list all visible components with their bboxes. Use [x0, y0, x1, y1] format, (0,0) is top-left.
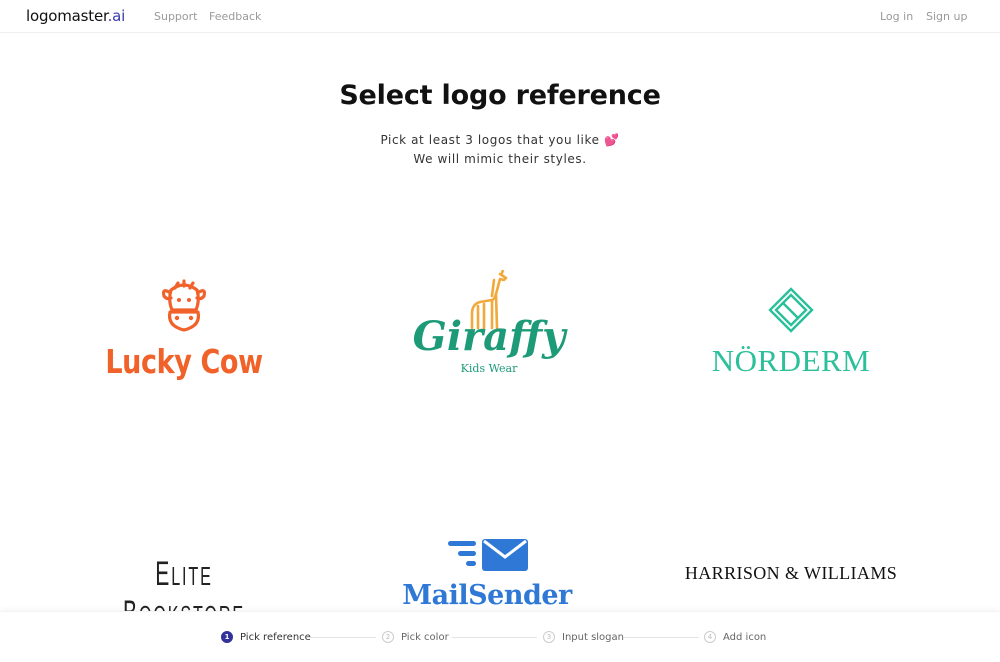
step-label: Pick reference — [240, 631, 311, 643]
step-connector — [310, 637, 376, 638]
logo-option-norderm[interactable]: NÖRDERM — [666, 285, 916, 435]
page-subtitle-line2: We will mimic their styles. — [413, 152, 587, 166]
signup-link[interactable]: Sign up — [926, 10, 967, 23]
progress-stepper: 1 Pick reference 2 Pick color 3 Input sl… — [0, 611, 1000, 662]
envelope-speed-icon — [448, 539, 528, 571]
step-pick-color[interactable]: 2 Pick color — [382, 631, 449, 643]
logo-text: MailSender — [402, 580, 572, 611]
brand-tld: .ai — [107, 7, 126, 25]
page-subtitle-line1: Pick at least 3 logos that you like 💕 — [380, 133, 620, 147]
logo-text: NÖRDERM — [711, 343, 871, 378]
step-number: 4 — [704, 631, 716, 643]
brand-logo[interactable]: logomaster.ai — [26, 7, 125, 25]
logo-text: Giraffy — [412, 313, 566, 360]
page-title: Select logo reference — [339, 80, 661, 111]
nav-support-link[interactable]: Support — [154, 10, 197, 23]
step-number: 2 — [382, 631, 394, 643]
step-number: 3 — [543, 631, 555, 643]
logo-option-harrison-williams[interactable]: HARRISON & WILLIAMS — [666, 555, 916, 595]
step-connector — [623, 637, 699, 638]
diamond-icon — [768, 287, 814, 333]
step-connector — [452, 637, 537, 638]
step-pick-reference[interactable]: 1 Pick reference — [221, 631, 311, 643]
cow-head-icon — [161, 279, 207, 332]
logo-text: HARRISON & WILLIAMS — [684, 563, 898, 583]
brand-name: logomaster — [26, 7, 108, 25]
step-add-icon[interactable]: 4 Add icon — [704, 631, 766, 643]
logo-option-giraffy[interactable]: Giraffy Kids Wear — [364, 265, 614, 415]
logo-option-elite-bookstore[interactable]: ELITE BOOKSTORE — [59, 545, 309, 632]
logo-option-lucky-cow[interactable]: Lucky Cow — [59, 272, 309, 422]
logo-subtitle: Kids Wear — [460, 362, 518, 375]
step-label: Add icon — [723, 631, 767, 643]
step-label: Pick color — [401, 631, 449, 643]
step-label: Input slogan — [562, 631, 624, 643]
top-navbar: logomaster.ai Support Feedback Log in Si… — [0, 0, 1000, 33]
nav-feedback-link[interactable]: Feedback — [209, 10, 261, 23]
step-input-slogan[interactable]: 3 Input slogan — [543, 631, 624, 643]
step-number: 1 — [221, 631, 233, 643]
logo-option-mailsender[interactable]: MailSender — [362, 535, 612, 611]
logo-text: Lucky Cow — [105, 342, 263, 381]
login-link[interactable]: Log in — [880, 10, 913, 23]
